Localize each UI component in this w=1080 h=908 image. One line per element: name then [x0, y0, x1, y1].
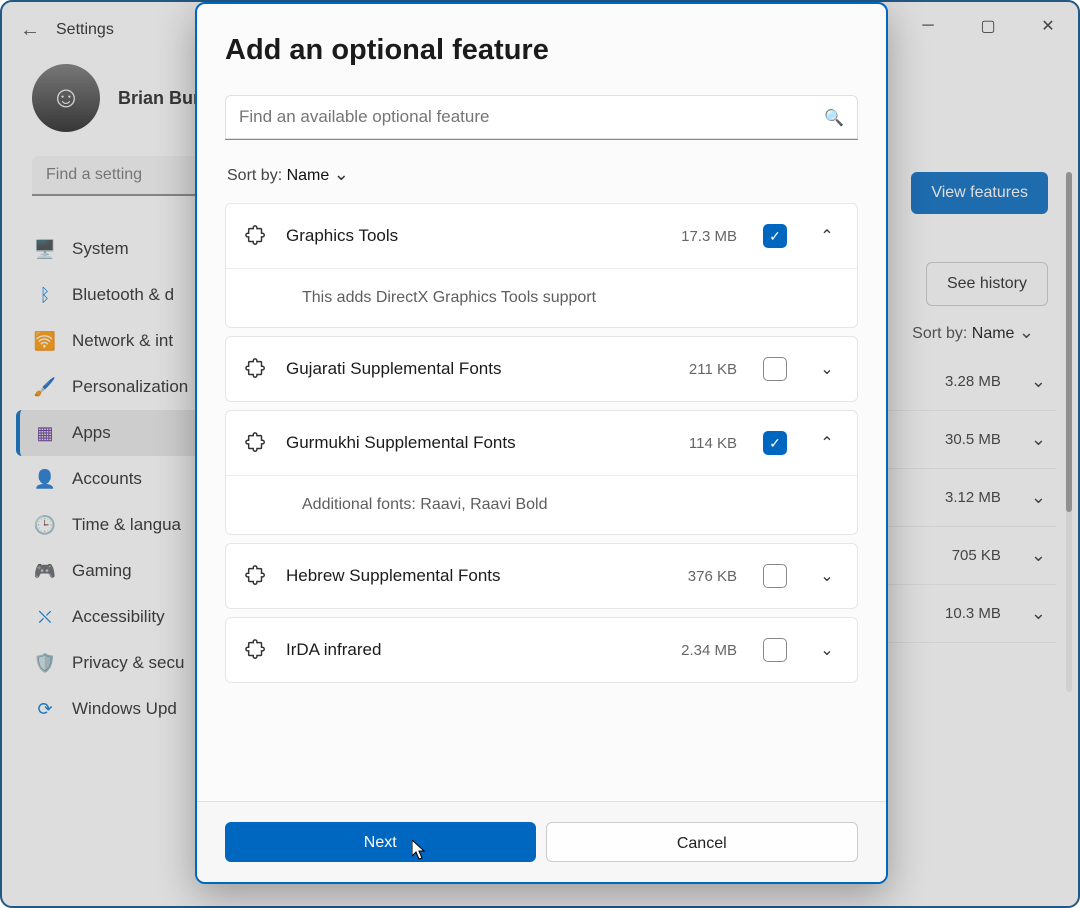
puzzle-icon: [244, 431, 268, 455]
search-icon: 🔍: [824, 108, 844, 128]
chevron-down-icon[interactable]: ⌄: [815, 566, 839, 586]
chevron-down-icon[interactable]: ⌄: [815, 359, 839, 379]
feature-checkbox[interactable]: ✓: [763, 431, 787, 455]
feature-checkbox[interactable]: ✓: [763, 224, 787, 248]
cursor-icon: [412, 840, 428, 860]
feature-size: 114 KB: [689, 435, 737, 452]
feature-row[interactable]: Gurmukhi Supplemental Fonts 114 KB ✓ ⌃: [226, 411, 857, 475]
feature-name: Graphics Tools: [286, 226, 663, 246]
feature-card: Gurmukhi Supplemental Fonts 114 KB ✓ ⌃Ad…: [225, 410, 858, 535]
puzzle-icon: [244, 357, 268, 381]
feature-row[interactable]: Hebrew Supplemental Fonts 376 KB ⌄: [226, 544, 857, 608]
add-feature-modal: Add an optional feature 🔍 Sort by: Name …: [195, 2, 888, 884]
chevron-down-icon: ⌄: [334, 164, 349, 184]
feature-name: Hebrew Supplemental Fonts: [286, 566, 670, 586]
feature-list: Graphics Tools 17.3 MB ✓ ⌃This adds Dire…: [197, 203, 886, 801]
chevron-up-icon[interactable]: ⌃: [815, 226, 839, 246]
feature-card: IrDA infrared 2.34 MB ⌄: [225, 617, 858, 683]
feature-checkbox[interactable]: [763, 564, 787, 588]
feature-description: This adds DirectX Graphics Tools support: [226, 268, 857, 327]
puzzle-icon: [244, 564, 268, 588]
feature-size: 2.34 MB: [681, 642, 737, 659]
feature-card: Gujarati Supplemental Fonts 211 KB ⌄: [225, 336, 858, 402]
feature-size: 376 KB: [688, 568, 737, 585]
modal-footer: Next Cancel: [197, 801, 886, 882]
feature-row[interactable]: IrDA infrared 2.34 MB ⌄: [226, 618, 857, 682]
feature-description: Additional fonts: Raavi, Raavi Bold: [226, 475, 857, 534]
feature-row[interactable]: Graphics Tools 17.3 MB ✓ ⌃: [226, 204, 857, 268]
search-feature-input[interactable]: [225, 95, 858, 140]
feature-row[interactable]: Gujarati Supplemental Fonts 211 KB ⌄: [226, 337, 857, 401]
feature-name: Gujarati Supplemental Fonts: [286, 359, 671, 379]
feature-card: Graphics Tools 17.3 MB ✓ ⌃This adds Dire…: [225, 203, 858, 328]
feature-name: Gurmukhi Supplemental Fonts: [286, 433, 671, 453]
cancel-button[interactable]: Cancel: [546, 822, 859, 862]
feature-checkbox[interactable]: [763, 638, 787, 662]
feature-card: Hebrew Supplemental Fonts 376 KB ⌄: [225, 543, 858, 609]
puzzle-icon: [244, 638, 268, 662]
feature-size: 211 KB: [689, 361, 737, 378]
chevron-up-icon[interactable]: ⌃: [815, 433, 839, 453]
feature-checkbox[interactable]: [763, 357, 787, 381]
puzzle-icon: [244, 224, 268, 248]
feature-size: 17.3 MB: [681, 228, 737, 245]
chevron-down-icon[interactable]: ⌄: [815, 640, 839, 660]
feature-name: IrDA infrared: [286, 640, 663, 660]
sort-by-control[interactable]: Sort by: Name ⌄: [197, 150, 886, 203]
modal-title: Add an optional feature: [225, 34, 858, 67]
next-button[interactable]: Next: [225, 822, 536, 862]
